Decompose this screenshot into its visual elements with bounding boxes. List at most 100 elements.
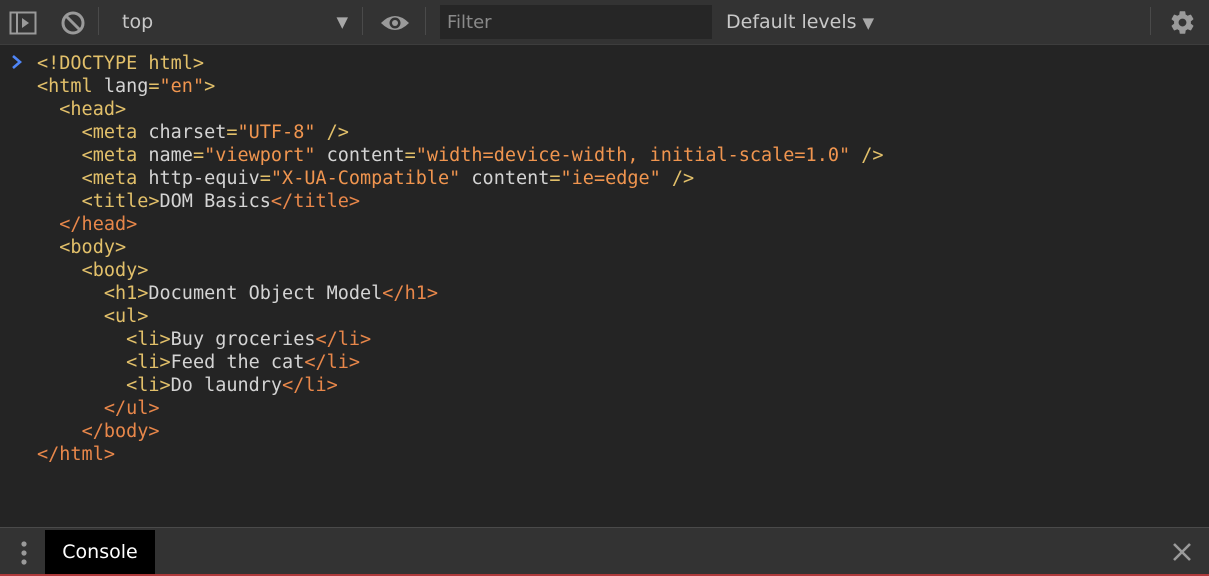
code-token-tag: <!DOCTYPE html>: [37, 53, 205, 74]
toolbar-divider: [362, 7, 363, 35]
code-line: <meta http-equiv="X-UA-Compatible" conte…: [37, 167, 884, 190]
log-levels-dropdown[interactable]: Default levels ▼: [726, 8, 874, 36]
code-token-tag: <li>: [126, 375, 171, 396]
code-token-tag: >: [204, 76, 216, 97]
close-icon[interactable]: [1172, 542, 1192, 562]
code-token-close-tag: </head>: [59, 214, 138, 235]
code-line: <li>Do laundry</li>: [37, 374, 884, 397]
code-token-attr-name: lang: [103, 76, 149, 97]
chevron-down-icon: ▼: [862, 14, 875, 32]
drawer-tabbar: Console: [0, 527, 1209, 576]
code-token-tag: <body>: [59, 237, 127, 258]
code-token-close-tag: </li>: [315, 329, 372, 350]
code-token-tag: <li>: [126, 329, 171, 350]
code-token-tag: />: [315, 122, 349, 143]
code-token-close-tag: </html>: [37, 444, 115, 465]
code-line: <meta name="viewport" content="width=dev…: [37, 144, 884, 167]
code-token-attr-name: http-equiv: [148, 168, 260, 189]
code-line: <body>: [37, 236, 884, 259]
code-token-tag: />: [850, 145, 884, 166]
log-levels-label: Default levels: [726, 11, 857, 33]
code-token-tag: <title>: [81, 191, 160, 212]
code-token-tag: <meta: [81, 122, 149, 143]
code-token-attr-name: charset: [148, 122, 227, 143]
console-output[interactable]: <!DOCTYPE html> <html lang="en"> <head> <…: [0, 46, 1209, 527]
code-line: <body>: [37, 259, 884, 282]
block-icon[interactable]: [60, 10, 86, 36]
sidebar-toggle-icon[interactable]: [9, 11, 37, 35]
code-token-tag: =: [549, 168, 561, 189]
code-token-tag: <meta: [81, 145, 149, 166]
toolbar-divider: [98, 7, 99, 35]
code-token-close-tag: </li>: [282, 375, 338, 396]
toolbar-divider: [425, 7, 426, 35]
code-token-tag: =: [226, 122, 238, 143]
code-token-tag: <html: [37, 76, 104, 97]
eye-icon[interactable]: [380, 13, 410, 33]
code-token-attr-val: "X-UA-Compatible": [270, 168, 461, 189]
code-line: <head>: [37, 98, 884, 121]
context-selector[interactable]: top ▼: [106, 8, 356, 36]
code-line: <h1>Document Object Model</h1>: [37, 282, 884, 305]
code-token-tag: =: [259, 168, 271, 189]
toolbar-divider: [1150, 7, 1151, 35]
code-line: <li>Feed the cat</li>: [37, 351, 884, 374]
code-line: <html lang="en">: [37, 75, 884, 98]
code-token-close-tag: </body>: [81, 421, 160, 442]
code-token-attr-name: name: [148, 145, 193, 166]
code-token-close-tag: </ul>: [103, 398, 160, 419]
code-line: <li>Buy groceries</li>: [37, 328, 884, 351]
code-token-text: Do laundry: [170, 375, 283, 396]
code-token-text: Document Object Model: [148, 283, 383, 304]
code-token-tag: <head>: [59, 99, 127, 120]
code-token-attr-val: "UTF-8": [237, 122, 316, 143]
code-token-text: Feed the cat: [170, 352, 305, 373]
chevron-right-icon: [10, 54, 24, 70]
code-token-attr-name: content: [315, 145, 405, 166]
code-token-attr-val: "width=device-width, initial-scale=1.0": [415, 145, 851, 166]
code-line: </html>: [37, 443, 884, 466]
code-token-attr-name: content: [460, 168, 550, 189]
tab-console[interactable]: Console: [45, 530, 155, 576]
code-line: <!DOCTYPE html>: [37, 52, 884, 75]
code-token-tag: />: [660, 168, 695, 189]
vertical-dots-icon[interactable]: [19, 540, 29, 566]
filter-input[interactable]: [440, 5, 712, 39]
code-token-close-tag: </h1>: [382, 283, 438, 304]
code-token-tag: <body>: [81, 260, 149, 281]
html-code-block[interactable]: <!DOCTYPE html> <html lang="en"> <head> <…: [37, 52, 884, 466]
code-line: <title>DOM Basics</title>: [37, 190, 884, 213]
code-token-attr-val: "ie=edge": [560, 168, 661, 189]
code-line: </ul>: [37, 397, 884, 420]
code-token-tag: <li>: [126, 352, 171, 373]
code-line: <ul>: [37, 305, 884, 328]
code-token-text: DOM Basics: [159, 191, 271, 212]
code-line: </head>: [37, 213, 884, 236]
code-token-tag: <h1>: [103, 283, 149, 304]
tab-console-label: Console: [62, 541, 138, 563]
code-token-tag: <meta: [81, 168, 149, 189]
code-token-tag: <ul>: [103, 306, 149, 327]
code-token-text: Buy groceries: [170, 329, 316, 350]
chevron-down-icon: ▼: [336, 13, 348, 31]
gear-icon[interactable]: [1169, 9, 1196, 36]
code-token-tag: =: [148, 76, 160, 97]
code-token-attr-val: "en": [159, 76, 205, 97]
code-line: <meta charset="UTF-8" />: [37, 121, 884, 144]
code-line: </body>: [37, 420, 884, 443]
code-token-close-tag: </li>: [304, 352, 361, 373]
code-token-close-tag: </title>: [270, 191, 361, 212]
